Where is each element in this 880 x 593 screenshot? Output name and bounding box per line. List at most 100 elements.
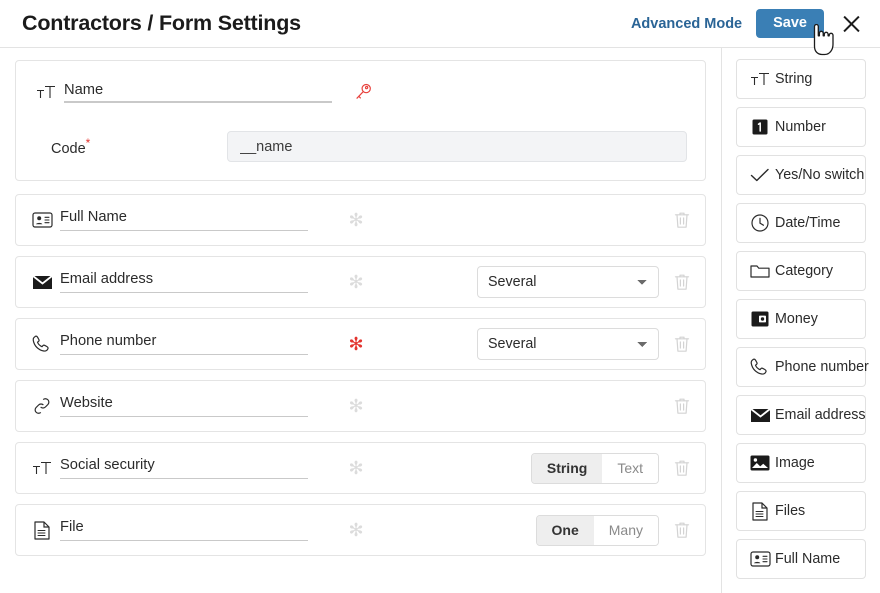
field-row[interactable]: File ✻ One Many: [15, 504, 706, 556]
field-required-marker[interactable]: ✻: [308, 521, 404, 539]
palette-item-category[interactable]: Category: [736, 251, 866, 291]
field-name-input[interactable]: Phone number: [60, 333, 308, 356]
field-cardinality-select[interactable]: SeveralOne: [477, 328, 659, 360]
field-name-value: Phone number: [60, 333, 157, 349]
palette-item-label: Files: [775, 503, 806, 519]
folder-icon: [749, 263, 771, 279]
field-required-marker[interactable]: ✻: [308, 273, 404, 291]
field-name-input[interactable]: Website: [60, 395, 308, 418]
name-field-input[interactable]: Name: [64, 82, 332, 103]
name-field-value: Name: [64, 81, 104, 98]
field-controls: String Text: [530, 452, 691, 484]
string-text-icon: [34, 84, 58, 101]
field-name-value: Social security: [60, 457, 155, 473]
field-required-marker[interactable]: ✻: [308, 459, 404, 477]
palette-item-yes-no-switch[interactable]: Yes/No switch: [736, 155, 866, 195]
palette-item-label: Email address: [775, 407, 866, 423]
envelope-icon: [749, 407, 771, 423]
segment-option-string[interactable]: String: [531, 453, 603, 483]
palette-item-label: Money: [775, 311, 818, 327]
segment-option-text[interactable]: Text: [602, 453, 658, 483]
money-icon: [749, 311, 771, 327]
delete-field-icon[interactable]: [673, 273, 691, 291]
contact-card-icon: [749, 551, 771, 567]
code-field-row: Code*: [34, 131, 687, 162]
field-required-marker[interactable]: ✻: [308, 335, 404, 353]
field-name-input[interactable]: Email address: [60, 271, 308, 294]
field-name-input[interactable]: File: [60, 519, 308, 542]
document-icon: [30, 520, 54, 540]
field-controls: SeveralOne: [477, 266, 691, 298]
field-row[interactable]: Website ✻: [15, 380, 706, 432]
palette-item-number[interactable]: Number: [736, 107, 866, 147]
delete-field-icon[interactable]: [673, 459, 691, 477]
modal-header: Contractors / Form Settings Advanced Mod…: [0, 0, 880, 47]
field-row[interactable]: Email address ✻ SeveralOne: [15, 256, 706, 308]
contact-card-icon: [30, 212, 54, 228]
field-type-segmented-control[interactable]: String Text: [530, 452, 659, 484]
palette-item-label: Number: [775, 119, 826, 135]
image-icon: [749, 455, 771, 471]
header-divider: [0, 47, 880, 48]
modal-body: Name Code* __name Full Name ✻ Email addr…: [0, 47, 880, 593]
code-label: Code*: [51, 136, 91, 157]
delete-field-icon[interactable]: [673, 397, 691, 415]
palette-item-label: Phone number: [775, 359, 869, 375]
palette-item-date-time[interactable]: Date/Time: [736, 203, 866, 243]
palette-item-image[interactable]: Image: [736, 443, 866, 483]
link-icon: [30, 396, 54, 416]
palette-item-label: Full Name: [775, 551, 841, 567]
envelope-icon: [30, 274, 54, 290]
field-name-input[interactable]: Social security: [60, 457, 308, 480]
palette-item-label: Date/Time: [775, 215, 841, 231]
save-button[interactable]: Save: [756, 8, 824, 39]
number-one-icon: [749, 119, 771, 135]
phone-icon: [749, 357, 771, 377]
field-cardinality-select[interactable]: SeveralOne: [477, 266, 659, 298]
palette-item-full-name[interactable]: Full Name: [736, 539, 866, 579]
segment-option-many[interactable]: Many: [593, 515, 658, 545]
string-text-icon: [30, 460, 54, 477]
code-required-marker: *: [85, 136, 91, 151]
field-rows: Full Name✻Email address✻SeveralOnePhone …: [15, 194, 706, 556]
advanced-mode-link[interactable]: Advanced Mode: [631, 16, 742, 32]
check-icon: [749, 167, 771, 183]
segment-option-one[interactable]: One: [536, 515, 594, 545]
palette-item-email-address[interactable]: Email address: [736, 395, 866, 435]
close-icon[interactable]: [840, 13, 862, 35]
clock-icon: [749, 214, 771, 232]
key-icon[interactable]: [354, 83, 372, 101]
field-list-pane: Name Code* __name Full Name ✻ Email addr…: [0, 47, 721, 593]
palette-item-label: Category: [775, 263, 834, 279]
form-settings-modal: Contractors / Form Settings Advanced Mod…: [0, 0, 880, 593]
field-type-palette: String Number Yes/No switch Date/Time Catego…: [722, 47, 880, 593]
palette-items: String Number Yes/No switch Date/Time Catego…: [736, 59, 869, 579]
code-input[interactable]: [227, 131, 687, 162]
field-row[interactable]: Phone number ✻ SeveralOne: [15, 318, 706, 370]
field-controls: One Many: [535, 514, 691, 546]
string-text-icon: [749, 71, 771, 88]
delete-field-icon[interactable]: [673, 335, 691, 353]
page-title: Contractors / Form Settings: [22, 11, 301, 35]
field-controls: SeveralOne: [477, 328, 691, 360]
palette-item-files[interactable]: Files: [736, 491, 866, 531]
delete-field-icon[interactable]: [673, 521, 691, 539]
field-required-marker[interactable]: ✻: [308, 211, 404, 229]
phone-icon: [30, 334, 54, 354]
header-actions: Advanced Mode Save: [631, 8, 862, 39]
palette-item-money[interactable]: Money: [736, 299, 866, 339]
field-type-segmented-control[interactable]: One Many: [535, 514, 659, 546]
field-required-marker[interactable]: ✻: [308, 397, 404, 415]
field-row[interactable]: Social security ✻ String Text: [15, 442, 706, 494]
field-controls: [673, 397, 691, 415]
field-name-input[interactable]: Full Name: [60, 209, 308, 232]
field-row[interactable]: Full Name ✻: [15, 194, 706, 246]
field-name-value: Email address: [60, 271, 154, 287]
palette-item-string[interactable]: String: [736, 59, 866, 99]
field-name-value: Website: [60, 395, 113, 411]
field-name-value: File: [60, 519, 84, 535]
palette-item-label: Image: [775, 455, 815, 471]
palette-item-label: Yes/No switch: [775, 167, 865, 183]
delete-field-icon[interactable]: [673, 211, 691, 229]
palette-item-phone-number[interactable]: Phone number: [736, 347, 869, 387]
